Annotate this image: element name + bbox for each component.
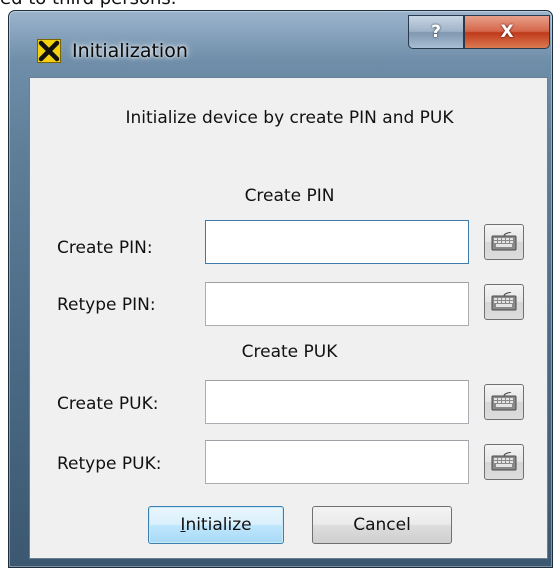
window-title: Initialization: [72, 40, 188, 62]
yellow-x-logo-icon: [37, 39, 61, 63]
close-icon: X: [500, 22, 514, 42]
retype-pin-input[interactable]: [205, 282, 469, 326]
help-button[interactable]: ?: [408, 15, 464, 49]
retype-puk-label: Retype PUK:: [57, 454, 162, 474]
cancel-button[interactable]: Cancel: [312, 506, 452, 544]
retype-pin-keyboard-button[interactable]: [484, 284, 524, 320]
instruction-text: Initialize device by create PIN and PUK: [125, 108, 454, 128]
create-pin-keyboard-button[interactable]: [484, 224, 524, 260]
create-pin-label: Create PIN:: [57, 238, 153, 258]
help-icon: ?: [431, 22, 441, 42]
initialization-dialog: Initialization ? X Initialize device by …: [0, 6, 559, 568]
create-pin-input[interactable]: [205, 220, 469, 264]
virtual-keyboard-icon: [491, 452, 517, 471]
retype-pin-label: Retype PIN:: [57, 295, 156, 315]
create-puk-label: Create PUK:: [57, 394, 159, 414]
initialize-button[interactable]: Initialize: [148, 506, 284, 544]
initialize-label-rest: nitialize: [185, 515, 252, 535]
virtual-keyboard-icon: [491, 292, 517, 311]
cancel-button-label: Cancel: [353, 515, 411, 535]
close-button[interactable]: X: [464, 15, 550, 49]
initialize-button-label: Initialize: [180, 515, 251, 535]
retype-puk-keyboard-button[interactable]: [484, 444, 524, 480]
virtual-keyboard-icon: [491, 232, 517, 251]
virtual-keyboard-icon: [491, 392, 517, 411]
create-puk-heading: Create PUK: [241, 342, 338, 362]
create-puk-keyboard-button[interactable]: [484, 384, 524, 420]
create-puk-input[interactable]: [205, 380, 469, 424]
retype-puk-input[interactable]: [205, 440, 469, 484]
dialog-body: Initialize device by create PIN and PUK …: [29, 77, 548, 559]
create-pin-heading: Create PIN: [244, 186, 335, 206]
window-frame: Initialization ? X Initialize device by …: [8, 10, 553, 568]
